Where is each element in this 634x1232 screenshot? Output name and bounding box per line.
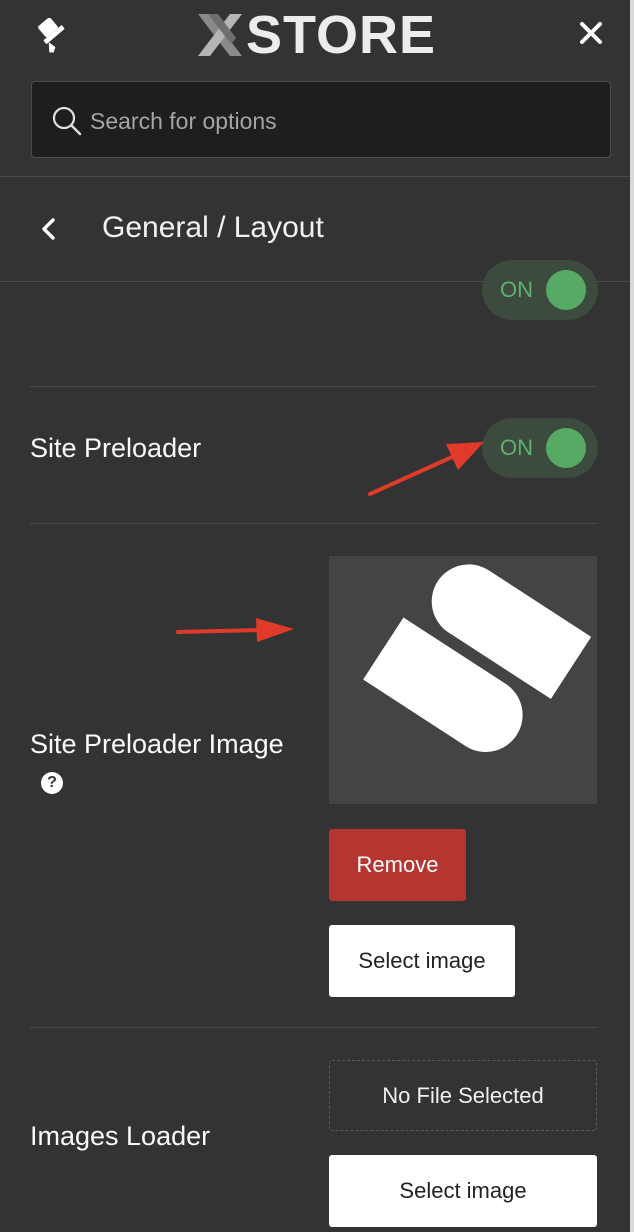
divider xyxy=(30,1027,597,1028)
toggle-knob xyxy=(546,270,586,310)
search-icon xyxy=(52,106,82,136)
logo-text: STORE xyxy=(246,5,437,65)
brush-icon[interactable] xyxy=(30,17,70,54)
site-preloader-label: Site Preloader xyxy=(30,433,202,463)
toggle-switch[interactable]: ON xyxy=(482,260,598,320)
page-background-edge xyxy=(630,0,634,1232)
divider xyxy=(30,523,597,524)
panel-header: STORE xyxy=(0,0,630,177)
site-preloader-image-label: Site Preloader Image xyxy=(30,729,284,759)
site-preloader-toggle[interactable]: ON xyxy=(482,418,598,478)
xstore-logo-mark xyxy=(198,14,242,56)
section-title: General / Layout xyxy=(102,211,324,244)
select-image-button[interactable]: Select image xyxy=(329,925,515,997)
toggle-label: ON xyxy=(500,277,533,302)
toggle-label: ON xyxy=(500,435,533,460)
xstore-logo: STORE xyxy=(196,6,446,64)
back-chevron-icon[interactable] xyxy=(36,215,64,243)
divider xyxy=(30,386,597,387)
annotation-arrow xyxy=(368,442,484,496)
remove-button[interactable]: Remove xyxy=(329,829,466,901)
search-input[interactable] xyxy=(88,100,592,142)
preloader-image-preview[interactable] xyxy=(329,556,597,804)
customizer-panel: STORE General / Layout ON Site Prel xyxy=(0,0,631,1232)
annotation-arrow xyxy=(176,618,294,642)
search-box[interactable] xyxy=(31,81,611,158)
images-loader-select-button[interactable]: Select image xyxy=(329,1155,597,1227)
close-icon[interactable] xyxy=(574,16,608,50)
toggle-knob xyxy=(546,428,586,468)
help-icon[interactable]: ? xyxy=(41,772,63,794)
no-file-placeholder[interactable]: No File Selected xyxy=(329,1060,597,1131)
images-loader-label: Images Loader xyxy=(30,1121,211,1151)
